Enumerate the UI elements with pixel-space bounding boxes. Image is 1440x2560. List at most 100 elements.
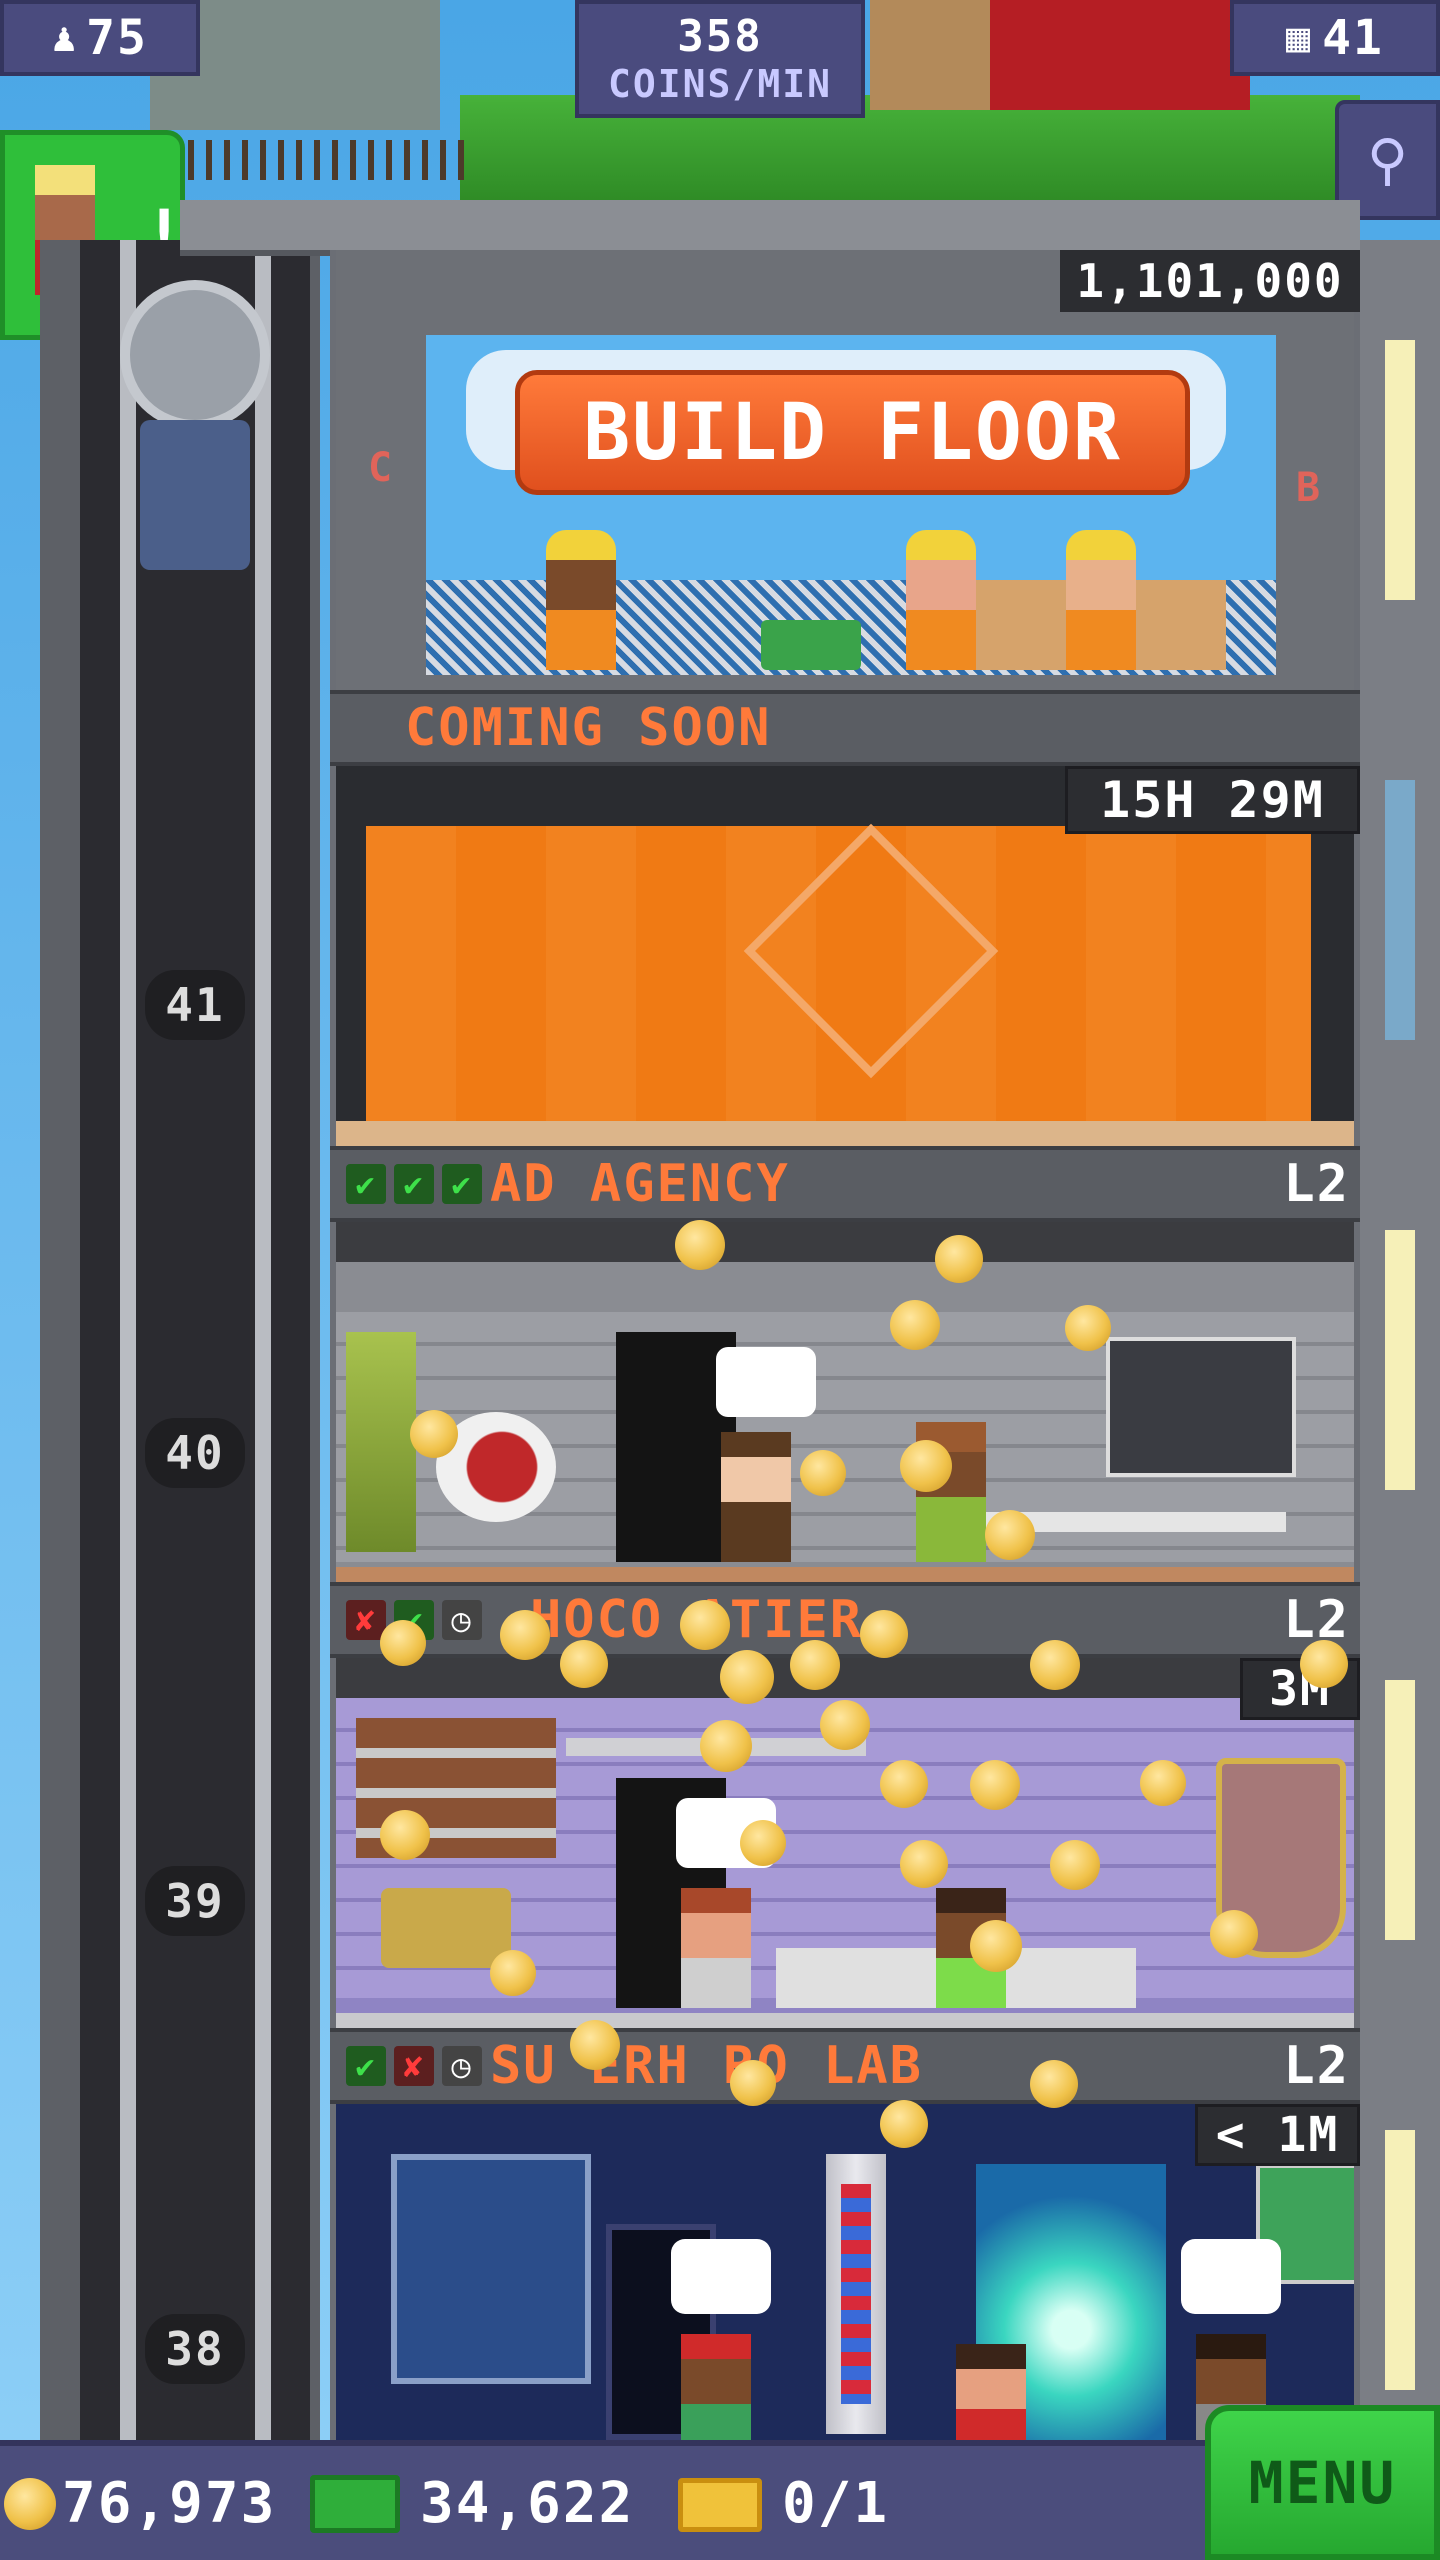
worker: [681, 1888, 751, 2008]
coin-icon: [700, 1720, 752, 1772]
menu-button[interactable]: MENU: [1205, 2405, 1440, 2560]
floor-label-band: ✘ ✔ ◷ HOCO ATIER L2: [330, 1582, 1360, 1658]
elevator-pulley: [120, 280, 270, 430]
coin-balance: 76,973: [62, 2471, 277, 2536]
floor-name: SU ERH RO LAB: [490, 2036, 923, 2096]
coins-rate-value: 358: [677, 11, 763, 62]
toolbox: [761, 620, 861, 670]
window: [1385, 2130, 1415, 2390]
window: [1385, 1230, 1415, 1490]
coin-icon: [1030, 1640, 1080, 1690]
hero-blueprint: [391, 2154, 591, 2384]
floor-label-band: ✔ ✘ ◷ SU ERH RO LAB L2: [330, 2028, 1360, 2104]
elevator-floor-number: 40: [145, 1418, 245, 1488]
floor-base: [336, 1567, 1354, 1582]
check-icon: ✔: [394, 1164, 434, 1204]
window: [1385, 340, 1415, 600]
coin-icon: [410, 1410, 458, 1458]
coin-icon: [380, 1810, 430, 1860]
dna-helix: [841, 2184, 871, 2404]
cross-icon: ✘: [346, 1600, 386, 1640]
coin-icon: [985, 1510, 1035, 1560]
coin-icon: [890, 1300, 940, 1350]
worker: [956, 2344, 1026, 2440]
population-chip[interactable]: ♟ 75: [0, 0, 200, 76]
elevator-floor-number: 41: [145, 970, 245, 1040]
coin-icon: [820, 1700, 870, 1750]
elevator-rail-left: [120, 240, 136, 2440]
clock-icon: ◷: [442, 2046, 482, 2086]
construction-worker: [1066, 530, 1136, 670]
elevator-shaft: [80, 240, 310, 2440]
coin-icon: [730, 2060, 776, 2106]
roof-fence: [170, 140, 470, 180]
coin-icon: [900, 1840, 948, 1888]
roof-building-red: [990, 0, 1250, 110]
ticket-icon[interactable]: [678, 2478, 762, 2532]
coin-icon: [380, 1620, 426, 1666]
coin-icon: [560, 1640, 608, 1688]
coin-icon: [740, 1820, 786, 1866]
elevator-floor-number: 38: [145, 2314, 245, 2384]
worker: [721, 1432, 791, 1562]
coin-icon: [1140, 1760, 1186, 1806]
coin-icon: [1030, 2060, 1078, 2108]
coin-icon: [970, 1920, 1022, 1972]
magnifier-icon: ⚲: [1366, 127, 1408, 193]
coin-icon: [1065, 1305, 1111, 1351]
floor-level: L2: [1283, 1154, 1350, 1214]
bux-balance: 34,622: [420, 2471, 635, 2536]
coin-icon: [935, 1235, 983, 1283]
coin-icon: [720, 1650, 774, 1704]
coin-icon: [900, 1440, 952, 1492]
construction-worker: [906, 530, 976, 670]
speech-bubble: [716, 1347, 816, 1417]
chocolate-pot: [381, 1888, 511, 1968]
floor-name: AD AGENCY: [490, 1154, 790, 1214]
elevator-floor-number: 39: [145, 1866, 245, 1936]
clock-icon: ◷: [442, 1600, 482, 1640]
coin-icon: [970, 1760, 1020, 1810]
floors-chip[interactable]: ▦ 41: [1230, 0, 1440, 76]
window: [1385, 780, 1415, 1040]
coin-icon: [4, 2478, 56, 2530]
floor-ad-agency[interactable]: [330, 1222, 1360, 1582]
coin-icon: [680, 1600, 730, 1650]
elevator-cab: [140, 420, 250, 570]
ceiling: [336, 1222, 1354, 1262]
population-count: 75: [86, 10, 148, 66]
floor-label-band: ✔ ✔ ✔ AD AGENCY L2: [330, 1146, 1360, 1222]
coin-icon: [490, 1950, 536, 1996]
check-icon: ✔: [346, 1164, 386, 1204]
window: [1385, 1680, 1415, 1940]
elevator-car[interactable]: [100, 280, 290, 570]
build-right-marker: B: [1296, 465, 1323, 511]
floor-name: COMING SOON: [405, 698, 772, 758]
coin-icon: [790, 1640, 840, 1690]
coin-icon: [1300, 1640, 1348, 1688]
ring-picture: [1106, 1337, 1296, 1477]
roof-building-wood: [870, 0, 990, 110]
tower-roof-beam: [180, 200, 1360, 256]
build-floor-button[interactable]: BUILD FLOOR: [515, 370, 1190, 495]
coins-rate-chip[interactable]: 358 COINS/MIN: [575, 0, 865, 118]
elevator-rail-right: [255, 240, 271, 2440]
cross-icon: ✘: [394, 2046, 434, 2086]
coin-icon: [1210, 1910, 1258, 1958]
building-icon: ▦: [1286, 15, 1313, 61]
ticket-count: 0/1: [782, 2471, 890, 2536]
check-icon: ✔: [346, 2046, 386, 2086]
floor-base: [336, 1121, 1354, 1146]
check-icon: ✔: [442, 1164, 482, 1204]
person-icon: ♟: [52, 15, 79, 61]
coin-icon: [1050, 1840, 1100, 1890]
worker: [681, 2334, 751, 2440]
floor-timer: < 1M: [1195, 2104, 1360, 2166]
floor-timer: 15H 29M: [1065, 766, 1360, 834]
coin-icon: [880, 2100, 928, 2148]
build-cost: 1,101,000: [1060, 250, 1360, 312]
floor-base: [336, 2013, 1354, 2028]
floor-label-band: COMING SOON: [330, 690, 1360, 766]
bux-icon[interactable]: [310, 2475, 400, 2533]
build-left-marker: C: [368, 445, 395, 491]
